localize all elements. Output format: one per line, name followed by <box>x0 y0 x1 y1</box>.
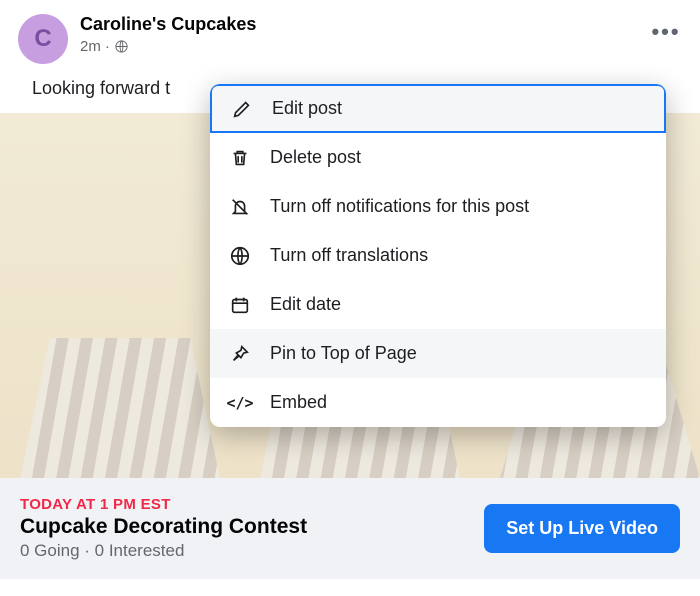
menu-turn-off-notifications[interactable]: Turn off notifications for this post <box>210 182 666 231</box>
menu-embed[interactable]: </> Embed <box>210 378 666 427</box>
code-icon: </> <box>228 391 252 415</box>
more-options-button[interactable]: ••• <box>648 14 684 50</box>
event-info: TODAY AT 1 PM EST Cupcake Decorating Con… <box>20 496 484 561</box>
menu-label: Edit date <box>270 294 341 315</box>
menu-label: Pin to Top of Page <box>270 343 417 364</box>
author-name[interactable]: Caroline's Cupcakes <box>80 14 648 36</box>
menu-label: Edit post <box>272 98 342 119</box>
event-title[interactable]: Cupcake Decorating Contest <box>20 515 484 539</box>
globe-grid-icon <box>228 244 252 268</box>
calendar-icon <box>228 293 252 317</box>
pencil-icon <box>230 97 254 121</box>
set-up-live-video-button[interactable]: Set Up Live Video <box>484 504 680 553</box>
separator: · <box>105 38 110 55</box>
pin-icon <box>228 342 252 366</box>
event-stats: 0 Going · 0 Interested <box>20 541 484 561</box>
trash-icon <box>228 146 252 170</box>
avatar[interactable]: C <box>18 14 68 64</box>
menu-edit-post[interactable]: Edit post <box>210 84 666 133</box>
menu-edit-date[interactable]: Edit date <box>210 280 666 329</box>
menu-turn-off-translations[interactable]: Turn off translations <box>210 231 666 280</box>
globe-icon[interactable] <box>114 38 129 55</box>
header-meta: Caroline's Cupcakes 2m · <box>80 14 648 55</box>
menu-delete-post[interactable]: Delete post <box>210 133 666 182</box>
menu-label: Turn off translations <box>270 245 428 266</box>
menu-label: Delete post <box>270 147 361 168</box>
time-row: 2m · <box>80 38 648 55</box>
menu-label: Turn off notifications for this post <box>270 196 529 217</box>
post-header: C Caroline's Cupcakes 2m · ••• <box>0 0 700 74</box>
bell-off-icon <box>228 195 252 219</box>
event-time: TODAY AT 1 PM EST <box>20 496 484 513</box>
event-bar: TODAY AT 1 PM EST Cupcake Decorating Con… <box>0 478 700 579</box>
menu-label: Embed <box>270 392 327 413</box>
timestamp[interactable]: 2m <box>80 38 101 55</box>
post-options-dropdown: Edit post Delete post Turn off notificat… <box>210 84 666 427</box>
menu-pin-top[interactable]: Pin to Top of Page <box>210 329 666 378</box>
